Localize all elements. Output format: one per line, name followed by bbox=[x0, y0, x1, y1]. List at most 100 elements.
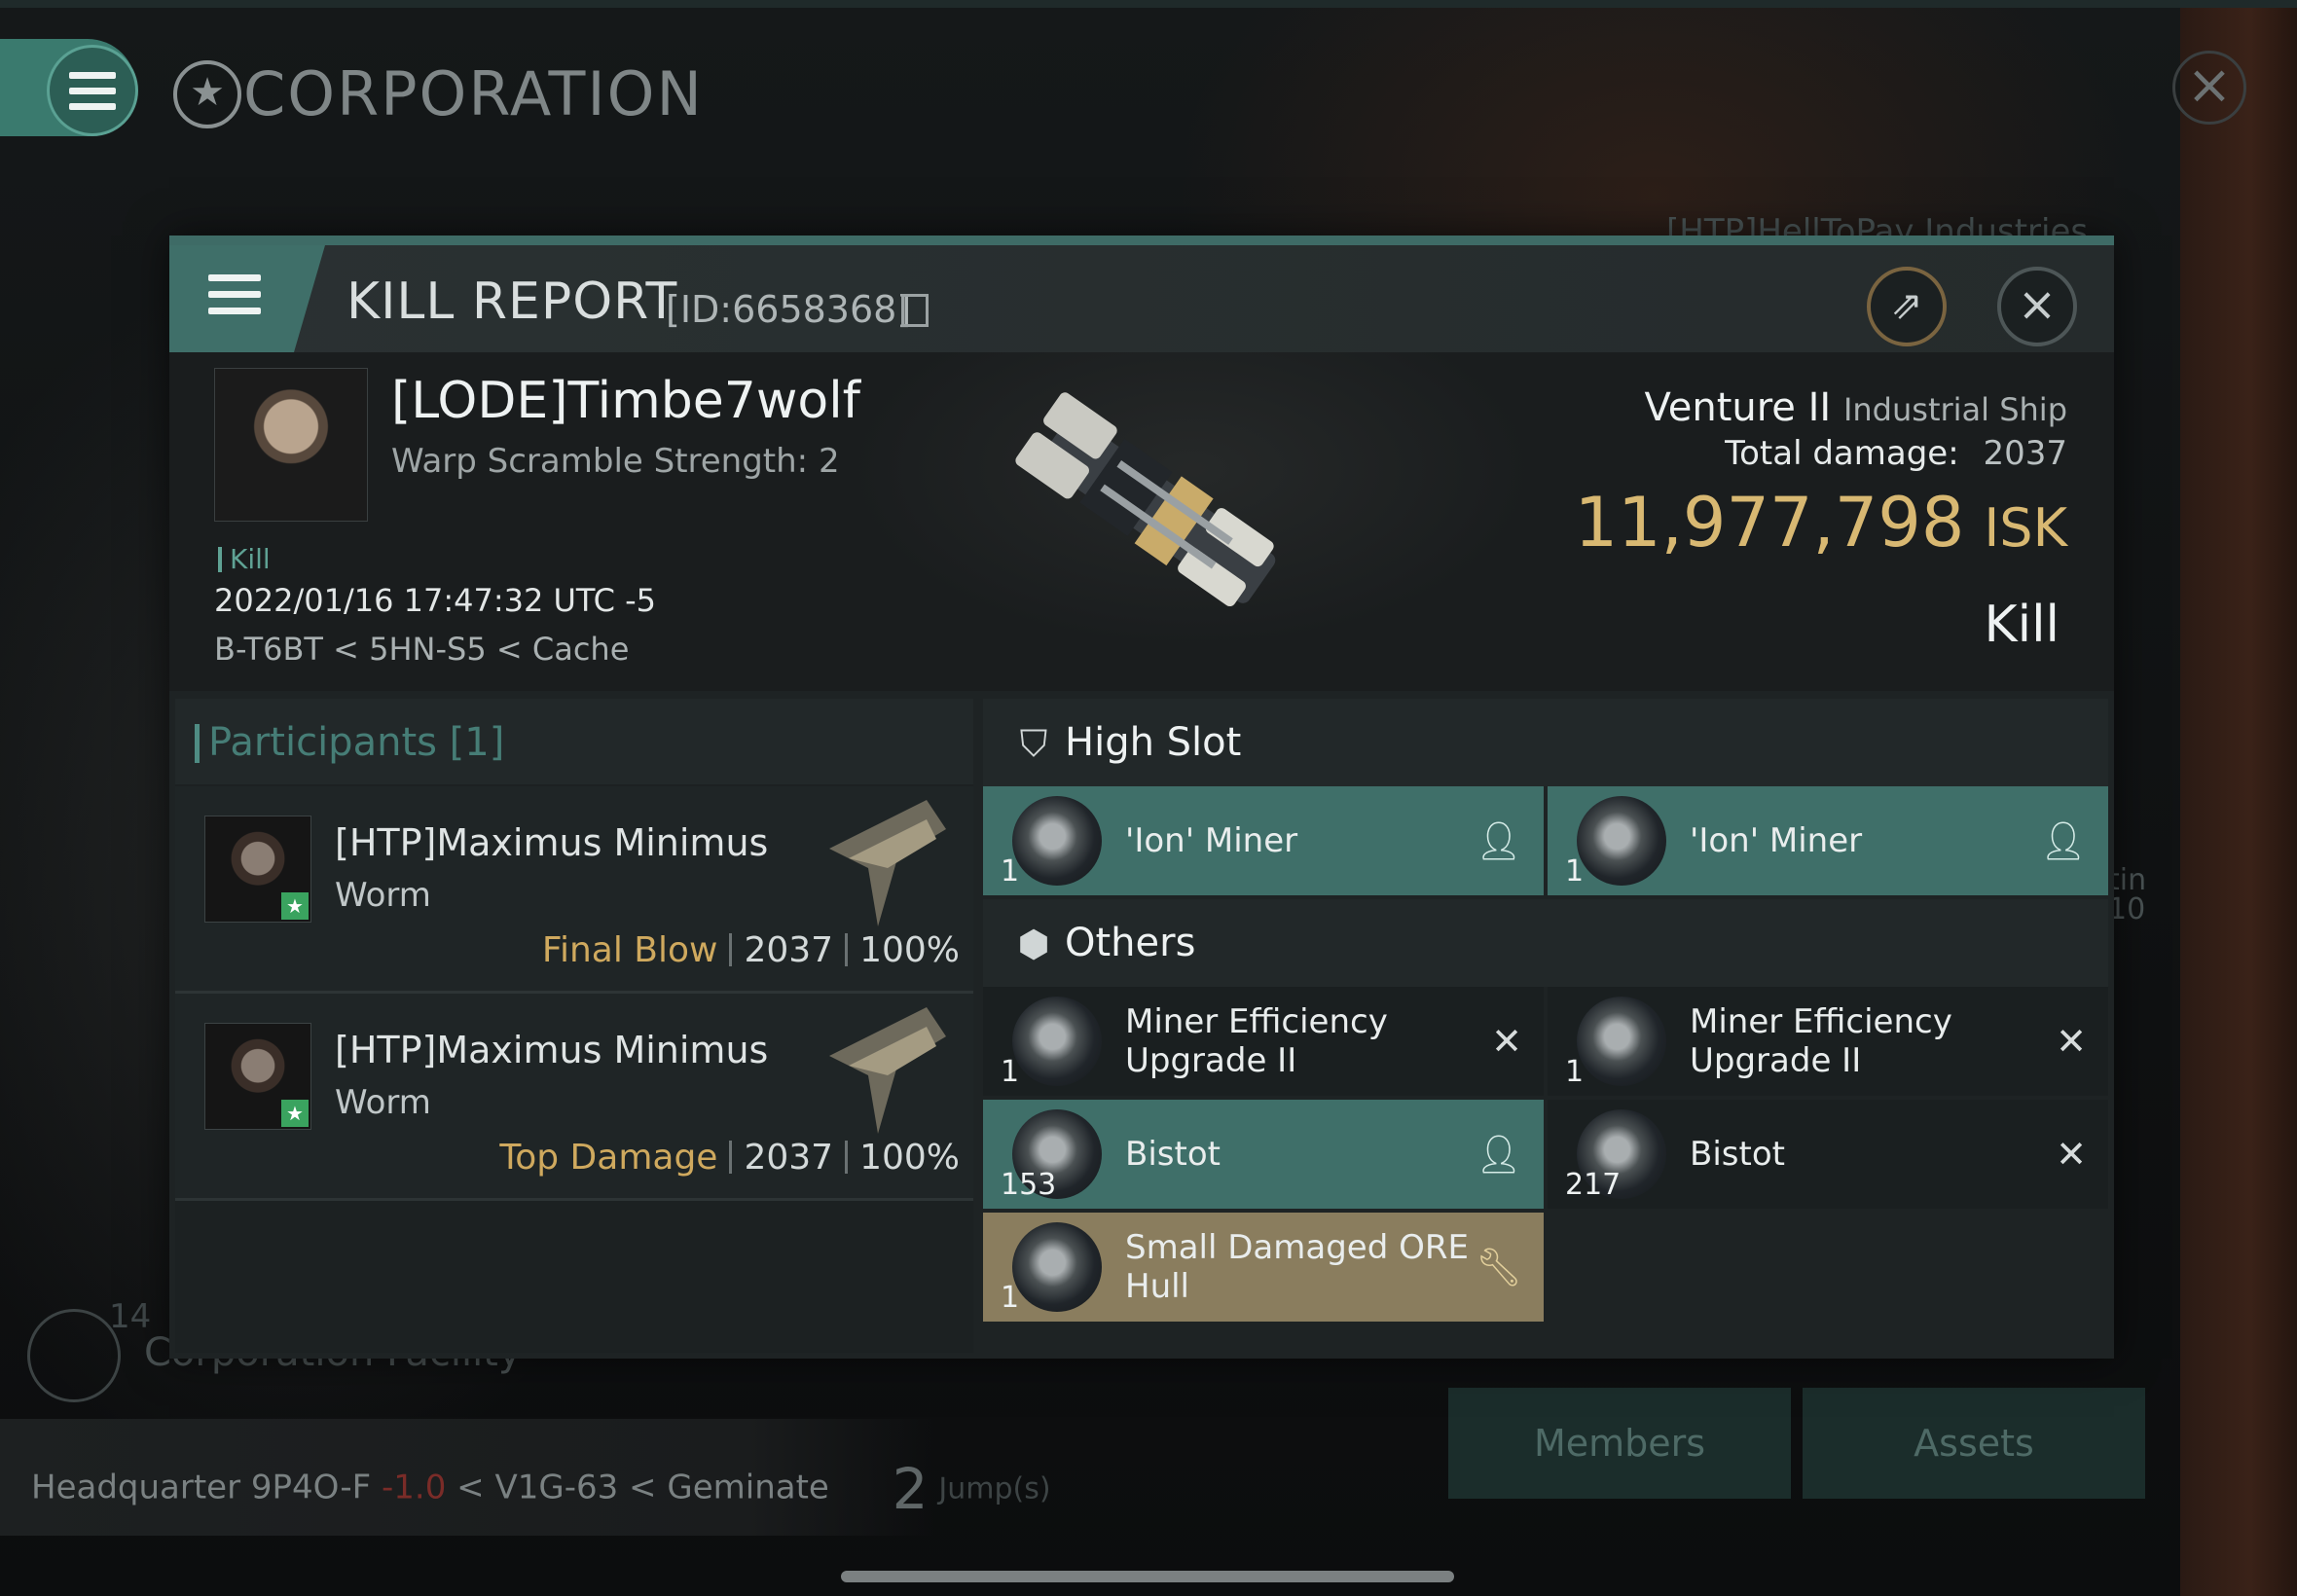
participant-avatar[interactable]: ★ bbox=[204, 816, 311, 923]
participant-ship-image[interactable] bbox=[810, 998, 956, 1143]
x-icon: ✕ bbox=[2056, 1020, 2087, 1063]
item-name: 'Ion' Miner bbox=[1125, 821, 1298, 860]
total-damage-label: Total damage: bbox=[1725, 434, 1959, 473]
standing-star-icon: ★ bbox=[281, 892, 309, 920]
jump-count: 2 bbox=[892, 1456, 929, 1522]
item-slot[interactable]: 1 Small Damaged ORE Hull 🔧︎ bbox=[983, 1213, 1544, 1322]
pilot-icon: 👤︎ bbox=[2039, 819, 2087, 862]
ship-name: Venture II bbox=[1644, 385, 1832, 430]
close-icon: × bbox=[2017, 277, 2058, 332]
hq-region: Geminate bbox=[667, 1468, 829, 1507]
item-name: Small Damaged ORE Hull bbox=[1125, 1228, 1469, 1306]
isk-value: 11,977,798 ISK bbox=[1575, 483, 2067, 562]
participant-row[interactable]: ★ [HTP]Maximus Minimus Worm Final Blow 20… bbox=[175, 786, 973, 994]
total-damage: Total damage: 2037 bbox=[1725, 434, 2067, 473]
high-slot-title: High Slot bbox=[1065, 720, 1242, 765]
share-icon: ⇗ bbox=[1890, 283, 1923, 328]
miner-module-icon bbox=[1012, 796, 1102, 886]
close-button[interactable]: × bbox=[1997, 267, 2077, 346]
participant-row[interactable]: ★ [HTP]Maximus Minimus Worm Top Damage 20… bbox=[175, 994, 973, 1201]
close-icon[interactable]: × bbox=[2172, 51, 2246, 125]
others-header: ⬢ Others bbox=[983, 899, 2108, 987]
victim-portrait[interactable] bbox=[214, 368, 368, 522]
high-slot-header: ⛉ High Slot bbox=[983, 699, 2108, 786]
report-title: KILL REPORT bbox=[346, 272, 678, 331]
victim-ship[interactable]: Venture II Industrial Ship bbox=[1644, 385, 2067, 430]
top-line bbox=[0, 0, 2297, 8]
item-slot[interactable]: 1 Miner Efficiency Upgrade II ✕ bbox=[1548, 987, 2108, 1096]
menu-icon bbox=[47, 45, 138, 136]
item-slot[interactable]: 153 Bistot 👤︎ bbox=[983, 1100, 1544, 1209]
participant-stats: Top Damage 2037 100% bbox=[499, 1138, 960, 1178]
item-quantity: 1 bbox=[1565, 854, 1585, 889]
standing-star-icon: ★ bbox=[281, 1100, 309, 1127]
top-damage-label: Top Damage bbox=[499, 1138, 718, 1178]
copy-icon[interactable] bbox=[901, 294, 929, 327]
participants-panel: Participants [1] ★ [HTP]Maximus Minimus … bbox=[175, 699, 973, 1353]
final-blow-label: Final Blow bbox=[541, 930, 718, 970]
kill-report-panel: KILL REPORT [ID:6658368] ⇗ × [LODE]Timbe… bbox=[169, 236, 2114, 1359]
report-menu-button[interactable] bbox=[169, 245, 325, 352]
others-title: Others bbox=[1065, 921, 1196, 965]
victim-ship-image[interactable] bbox=[967, 372, 1337, 664]
total-damage-value: 2037 bbox=[1983, 434, 2067, 473]
cargo-box-icon: ⬢ bbox=[1017, 923, 1050, 965]
item-quantity: 1 bbox=[1001, 1055, 1020, 1089]
pilot-icon: 👤︎ bbox=[1475, 819, 1522, 862]
upgrade-module-icon bbox=[1577, 997, 1666, 1086]
x-icon: ✕ bbox=[1491, 1020, 1522, 1063]
isk-unit: ISK bbox=[1984, 497, 2067, 559]
background-edge bbox=[2180, 0, 2297, 1596]
participant-ship-image[interactable] bbox=[810, 790, 956, 936]
kill-report-header: KILL REPORT [ID:6658368] ⇗ × bbox=[169, 245, 2114, 352]
item-name: Bistot bbox=[1125, 1135, 1221, 1174]
isk-amount: 11,977,798 bbox=[1574, 483, 1965, 562]
item-quantity: 1 bbox=[1001, 854, 1020, 889]
item-quantity: 1 bbox=[1001, 1281, 1020, 1315]
participant-percent: 100% bbox=[859, 1138, 960, 1178]
kill-location[interactable]: B-T6BT < 5HN-S5 < Cache bbox=[214, 631, 629, 668]
participant-damage: 2037 bbox=[744, 930, 834, 970]
item-name: Miner Efficiency Upgrade II bbox=[1690, 1002, 1952, 1080]
item-name: 'Ion' Miner bbox=[1690, 821, 1863, 860]
module-slot[interactable]: 1 'Ion' Miner 👤︎ bbox=[1548, 786, 2108, 895]
participant-ship: Worm bbox=[335, 1083, 431, 1122]
wrench-icon: 🔧︎ bbox=[1475, 1246, 1522, 1288]
page-title: CORPORATION bbox=[243, 58, 704, 129]
headquarter-info[interactable]: Headquarter 9P4O-F -1.0 < V1G-63 < Gemin… bbox=[31, 1456, 1051, 1522]
menu-icon bbox=[208, 274, 261, 314]
members-button[interactable]: Members bbox=[1448, 1388, 1791, 1499]
main-menu-button[interactable] bbox=[0, 39, 138, 136]
hq-security: -1.0 bbox=[382, 1468, 447, 1507]
participant-ship: Worm bbox=[335, 876, 431, 915]
assets-button[interactable]: Assets bbox=[1803, 1388, 2145, 1499]
home-indicator[interactable] bbox=[841, 1571, 1454, 1582]
share-button[interactable]: ⇗ bbox=[1867, 267, 1947, 346]
pilot-icon: 👤︎ bbox=[1475, 1133, 1522, 1176]
item-slot[interactable]: 1 Miner Efficiency Upgrade II ✕ bbox=[983, 987, 1544, 1096]
participant-avatar[interactable]: ★ bbox=[204, 1023, 311, 1130]
warp-scramble-strength: Warp Scramble Strength: 2 bbox=[391, 442, 840, 481]
jump-label: Jump(s) bbox=[938, 1471, 1051, 1506]
hq-constellation: V1G-63 bbox=[494, 1468, 619, 1507]
participants-title: Participants [1] bbox=[194, 720, 505, 765]
x-icon: ✕ bbox=[2056, 1133, 2087, 1176]
miner-module-icon bbox=[1577, 796, 1666, 886]
item-name: Miner Efficiency Upgrade II bbox=[1125, 1002, 1388, 1080]
hq-label: Headquarter bbox=[31, 1468, 241, 1507]
participant-name: [HTP]Maximus Minimus bbox=[335, 821, 769, 864]
item-name: Bistot bbox=[1690, 1135, 1785, 1174]
hq-system: 9P4O-F bbox=[250, 1468, 372, 1507]
victim-name[interactable]: [LODE]Timbe7wolf bbox=[391, 372, 860, 430]
kill-tag: Kill bbox=[218, 543, 271, 575]
item-slot[interactable]: 217 Bistot ✕ bbox=[1548, 1100, 2108, 1209]
fitting-panel: ⛉ High Slot 1 'Ion' Miner 👤︎ 1 'Ion' Min… bbox=[983, 699, 2108, 1353]
participant-stats: Final Blow 2037 100% bbox=[542, 930, 960, 970]
participant-percent: 100% bbox=[859, 930, 960, 970]
corporation-icon: ★ bbox=[173, 60, 241, 128]
panel-accent bbox=[169, 236, 2114, 245]
upgrade-module-icon bbox=[1012, 997, 1102, 1086]
module-slot[interactable]: 1 'Ion' Miner 👤︎ bbox=[983, 786, 1544, 895]
item-quantity: 153 bbox=[1001, 1168, 1057, 1202]
item-quantity: 217 bbox=[1565, 1168, 1622, 1202]
